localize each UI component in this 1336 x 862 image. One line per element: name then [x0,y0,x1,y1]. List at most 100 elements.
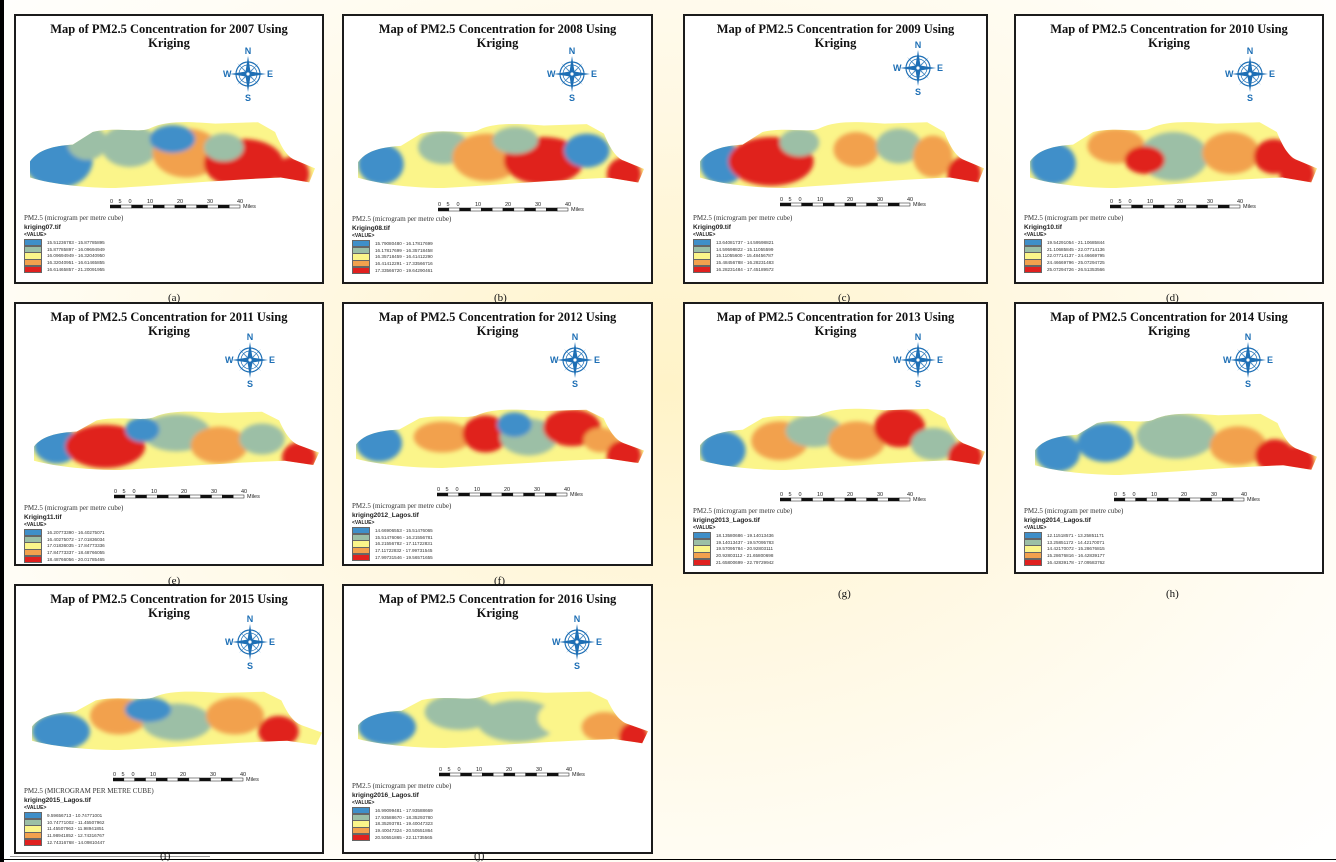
compass-w-label: W [552,637,561,647]
scale-tick-label: 30 [877,492,883,498]
map-title-line1: Map of PM2.5 Concentration for 2010 Usin… [1050,22,1288,36]
north-arrow-compass-icon: N S W E [552,614,602,670]
compass-s-label: S [247,661,253,670]
map-title-line1: Map of PM2.5 Concentration for 2007 Usin… [50,22,288,36]
legend-range-label: 17.11722832 - 17.99731545 [375,548,433,554]
map-title-line1: Map of PM2.5 Concentration for 2014 Usin… [1050,310,1288,324]
legend-range-label: 16.61465857 - 21.20091955 [47,267,105,273]
legend-row: 21.65800699 - 22.79729942 [693,558,792,567]
north-arrow-compass-icon: N S W E [893,40,943,96]
pm25-kriging-map [358,123,644,188]
map-scale-bar: 105010203040Miles [779,492,926,503]
map-legend: PM2.5 (MICROGRAM PER METRE CUBE) kriging2… [24,787,154,847]
north-arrow-compass-icon: N S W E [547,46,597,102]
compass-s-label: S [569,93,575,102]
compass-s-label: S [245,93,251,102]
legend-range-label: 18.48766056 - 20.01785465 [47,557,105,563]
legend-range-label: 16.41412291 - 17.33566716 [375,261,433,267]
legend-row: 17.99731546 - 19.56571655 [352,553,451,562]
legend-units: PM2.5 (microgram per metre cube) [693,507,793,515]
compass-n-label: N [247,614,254,624]
scale-tick-label: 20 [177,199,183,205]
legend-swatch [1024,558,1042,567]
compass-w-label: W [225,637,234,647]
legend-range-label: 14.42170072 - 15.28676815 [1047,546,1105,552]
map-title-line1: Map of PM2.5 Concentration for 2015 Usin… [50,592,288,606]
scale-tick-label: 30 [211,489,217,495]
legend-units: PM2.5 (microgram per metre cube) [24,504,124,512]
scale-tick-label: 30 [1207,199,1213,205]
map-title-line2: Kriging [148,606,190,620]
map-title: Map of PM2.5 Concentration for 2012 Usin… [344,310,651,338]
legend-row: 16.28231484 - 17.45189572 [693,265,792,274]
scale-tick-label: 10 [113,772,116,778]
legend-units: PM2.5 (microgram per metre cube) [352,502,452,510]
legend-range-label: 17.84773337 - 18.48766055 [47,550,105,556]
compass-s-label: S [915,379,921,388]
map-legend: PM2.5 (microgram per metre cube) kriging2… [1024,507,1123,567]
legend-range-label: 16.40275072 - 17.01836034 [47,536,105,542]
legend-range-label: 13.64081737 - 14.59598821 [716,239,774,245]
pm25-kriging-map [700,122,984,188]
legend-raster-name: kriging2013_Lagos.tif [693,517,760,524]
map-title: Map of PM2.5 Concentration for 2011 Usin… [16,310,322,338]
scale-tick-label: 10 [1110,199,1113,205]
legend-range-label: 21.65800699 - 22.79729942 [716,560,774,566]
legend-units: PM2.5 (MICROGRAM PER METRE CUBE) [24,787,154,795]
scale-tick-label: 0 [132,772,135,778]
compass-w-label: W [550,355,559,365]
scale-tick-label: 5 [448,767,451,773]
compass-e-label: E [937,63,943,73]
legend-range-label: 18.13580686 - 19.14013436 [716,532,774,538]
legend-swatch [1024,265,1042,274]
scale-unit-label: Miles [243,204,256,210]
map-title-line2: Kriging [148,36,190,50]
legend-row: 11.45507963 - 11.98941851 [24,825,154,833]
legend-units: PM2.5 (microgram per metre cube) [693,214,793,222]
map-legend: PM2.5 (microgram per metre cube) Kriging0… [693,214,793,274]
legend-range-label: 17.01836035 - 17.84773336 [47,543,105,549]
scale-tick-label: 5 [447,202,450,208]
pm25-kriging-map [1030,122,1317,188]
legend-range-label: 20.50551865 - 22.11735565 [375,835,433,841]
legend-range-label: 15.87785897 - 16.09694949 [47,246,105,252]
legend-raster-name: Kriging11.tif [24,514,62,521]
map-scale-bar: 105010203040Miles [438,202,584,213]
compass-n-label: N [1247,46,1254,56]
legend-range-label: 15.51476066 - 16.21556781 [375,534,433,540]
legend-range-label: 12.11518571 - 13.25851171 [1047,532,1105,538]
map-legend: PM2.5 (microgram per metre cube) Kriging0… [352,215,452,275]
compass-n-label: N [1245,332,1252,342]
scale-tick-label: 0 [457,202,460,208]
pm25-kriging-map [32,691,322,750]
scale-tick-label: 30 [207,199,213,205]
scale-tick-label: 0 [1129,199,1132,205]
map-title-line2: Kriging [476,324,519,338]
scale-tick-label: 0 [1132,492,1135,498]
scale-tick-label: 5 [1122,492,1125,498]
legend-row: 12.74316768 - 14.09810447 [24,838,154,847]
scale-tick-label: 10 [1114,492,1117,498]
compass-n-label: N [245,46,252,56]
legend-units: PM2.5 (microgram per metre cube) [352,215,452,223]
compass-n-label: N [572,332,579,342]
north-arrow-compass-icon: N S W E [893,332,943,388]
panel-caption: (i) [160,850,171,862]
map-legend: PM2.5 (microgram per metre cube) kriging0… [24,214,123,274]
map-scale-bar: 105010203040Miles [113,772,259,783]
legend-raster-name: Kriging09.tif [693,224,731,231]
scale-tick-label: 5 [788,197,791,203]
legend-row: 11.98941852 - 12.74316767 [24,832,154,840]
scale-tick-label: 10 [147,199,153,205]
page-left-border [0,0,4,862]
panel-caption: (h) [1166,588,1179,600]
map-title: Map of PM2.5 Concentration for 2007 Usin… [16,22,322,50]
compass-e-label: E [269,637,275,647]
legend-range-label: 15.79080480 - 16.17817699 [375,240,433,246]
scale-unit-label: Miles [1247,497,1260,503]
scale-unit-label: Miles [571,207,584,213]
panel-caption: (a) [168,292,181,304]
legend-range-label: 19.40047324 - 20.50551864 [375,828,433,834]
map-scale-bar: 105010203040Miles [1113,492,1260,503]
scale-tick-label: 10 [780,197,783,203]
